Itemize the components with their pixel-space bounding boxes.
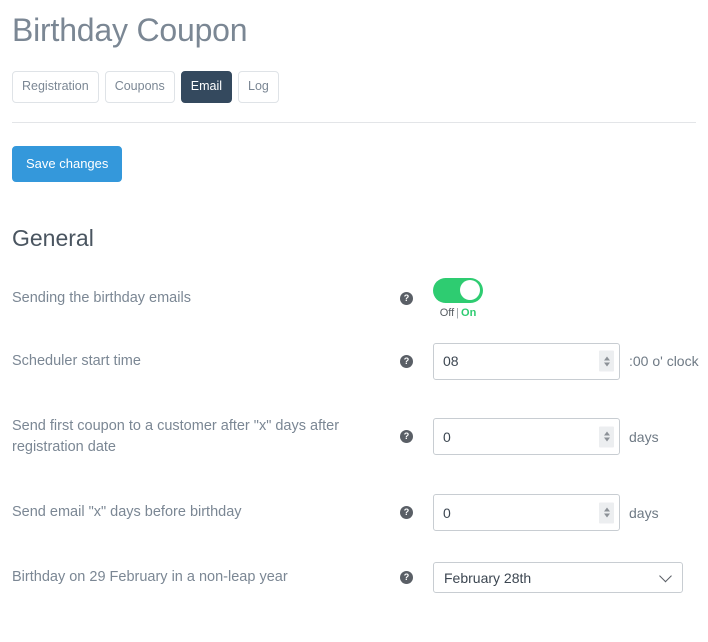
- number-stepper[interactable]: [599, 502, 614, 523]
- control-column: Off | On: [433, 277, 696, 320]
- tab-email[interactable]: Email: [180, 71, 233, 103]
- help-column: ?: [400, 506, 433, 519]
- first-coupon-days-unit: days: [629, 428, 659, 445]
- toggle-on-label: On: [461, 306, 477, 319]
- help-column: ?: [400, 354, 433, 368]
- toggle-wrapper: Off | On: [433, 277, 483, 320]
- setting-label: Birthday on 29 February in a non-leap ye…: [12, 569, 288, 585]
- setting-label: Sending the birthday emails: [12, 290, 191, 306]
- control-column: :00 o' clock: [433, 342, 699, 380]
- control-column: February 28th: [433, 562, 696, 593]
- toggle-off-label: Off: [439, 306, 455, 319]
- setting-label: Send first coupon to a customer after "x…: [12, 417, 340, 455]
- toggle-state-labels: Off | On: [440, 307, 477, 320]
- days-before-birthday-unit: days: [629, 504, 659, 521]
- first-coupon-days-input[interactable]: [434, 419, 619, 454]
- chevron-down-icon: [603, 513, 610, 518]
- scheduler-start-time-field[interactable]: [433, 342, 620, 380]
- tab-registration[interactable]: Registration: [12, 71, 99, 103]
- settings-form: Sending the birthday emails ? Off | On Sch…: [12, 272, 699, 607]
- help-icon[interactable]: ?: [400, 292, 413, 305]
- scheduler-start-time-unit: :00 o' clock: [629, 353, 699, 369]
- number-stepper[interactable]: [599, 350, 614, 372]
- control-column: days: [433, 418, 696, 455]
- setting-row-leap-year-birthday: Birthday on 29 February in a non-leap ye…: [12, 549, 696, 607]
- chevron-up-icon: [603, 356, 610, 360]
- help-icon[interactable]: ?: [400, 354, 413, 368]
- help-icon[interactable]: ?: [400, 571, 413, 584]
- tab-bar: Registration Coupons Email Log: [12, 71, 696, 103]
- first-coupon-days-field[interactable]: [433, 418, 620, 455]
- save-changes-button[interactable]: Save changes: [12, 145, 123, 182]
- number-stepper[interactable]: [599, 426, 614, 447]
- setting-label: Scheduler start time: [12, 352, 141, 369]
- page-root: Birthday Coupon Registration Coupons Ema…: [0, 0, 708, 642]
- chevron-down-icon: [603, 437, 610, 442]
- section-heading-general: General: [12, 224, 94, 251]
- help-column: ?: [400, 571, 433, 584]
- chevron-down-icon: [603, 362, 610, 366]
- toggle-separator: |: [456, 306, 460, 319]
- days-before-birthday-field[interactable]: [433, 494, 620, 531]
- tab-coupons[interactable]: Coupons: [104, 71, 175, 103]
- setting-row-sending-birthday-emails: Sending the birthday emails ? Off | On: [12, 272, 696, 326]
- help-icon[interactable]: ?: [400, 430, 413, 443]
- setting-row-days-before-birthday: Send email "x" days before birthday ? da…: [12, 477, 696, 549]
- tab-log[interactable]: Log: [238, 71, 279, 103]
- help-column: ?: [400, 292, 433, 305]
- scheduler-start-time-input[interactable]: [434, 343, 619, 379]
- toggle-knob: [460, 280, 480, 300]
- sending-emails-toggle[interactable]: [433, 277, 483, 303]
- leap-year-birthday-selected-value: February 28th: [444, 569, 532, 586]
- help-icon[interactable]: ?: [400, 506, 413, 519]
- leap-year-birthday-select[interactable]: February 28th: [433, 562, 683, 593]
- chevron-up-icon: [603, 431, 610, 436]
- days-before-birthday-input[interactable]: [434, 495, 619, 530]
- setting-row-first-coupon-days: Send first coupon to a customer after "x…: [12, 397, 696, 477]
- setting-label: Send email "x" days before birthday: [12, 504, 242, 520]
- setting-row-scheduler-start-time: Scheduler start time ? :00 o' clock: [12, 326, 699, 397]
- chevron-down-icon: [659, 569, 672, 582]
- header-divider: [12, 121, 696, 123]
- chevron-up-icon: [603, 507, 610, 512]
- control-column: days: [433, 494, 696, 531]
- page-title: Birthday Coupon: [12, 12, 248, 48]
- help-column: ?: [400, 430, 433, 443]
